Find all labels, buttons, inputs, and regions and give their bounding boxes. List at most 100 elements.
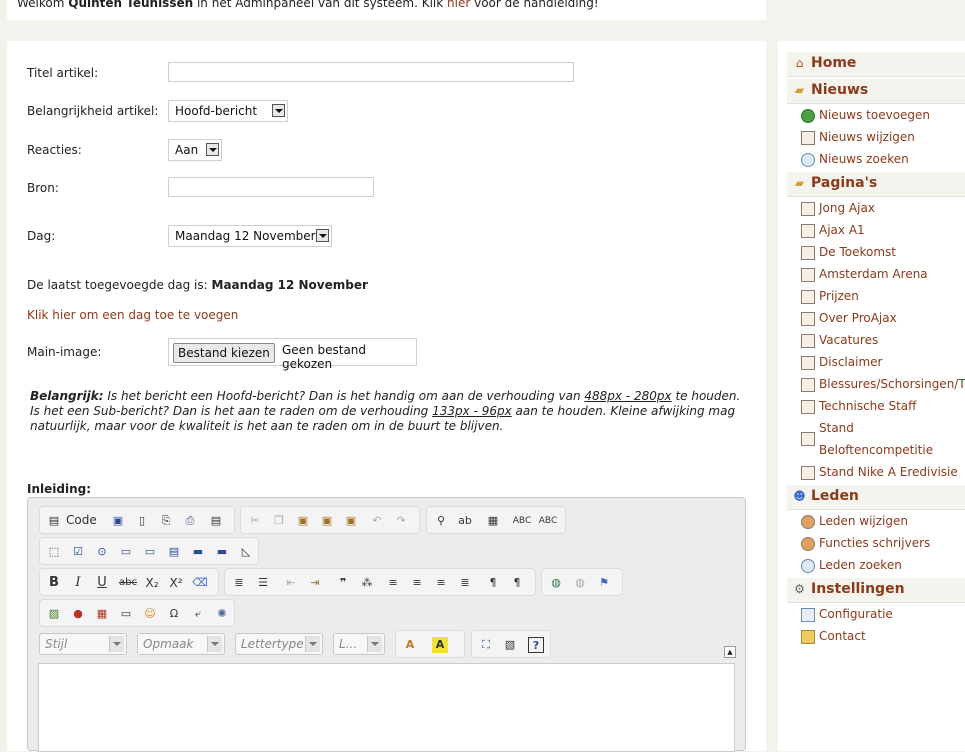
find-group: ⚲ ab ▦ ABC ABC xyxy=(426,506,566,534)
table-icon[interactable]: ▦ xyxy=(94,606,110,622)
button-icon[interactable]: ▬ xyxy=(190,544,206,560)
sidebar-section-nieuws[interactable]: ▰ Nieuws xyxy=(787,79,965,104)
font-combo[interactable]: Lettertype xyxy=(235,633,323,655)
section-title: Leden xyxy=(811,488,859,504)
save-icon[interactable]: ▣ xyxy=(110,513,126,529)
italic-button[interactable]: I xyxy=(70,575,86,591)
link-icon[interactable]: ◍ xyxy=(548,575,564,591)
align-left-icon[interactable]: ≡ xyxy=(385,575,401,591)
toolbar-row-1: ▤ Code ▣ ▯ ⎘ ⎙ ▤ ✂ ❐ ▣ ▣ ▣ ↶ ↷ ⚲ ab ▦ AB… xyxy=(35,506,747,534)
superscript-button[interactable]: X² xyxy=(166,575,186,591)
page-icon xyxy=(801,268,815,282)
sidebar-section-instellingen[interactable]: ⚙ Instellingen xyxy=(787,578,965,603)
reactions-select[interactable]: Aan xyxy=(168,139,222,161)
blockquote-icon[interactable]: ❞ xyxy=(335,575,351,591)
ltr-icon[interactable]: ¶ xyxy=(485,575,501,591)
new-page-icon[interactable]: ▯ xyxy=(134,513,150,529)
ratio-note: Belangrijk: Is het bericht een Hoofd-ber… xyxy=(30,389,750,434)
show-blocks-icon[interactable]: ▧ xyxy=(502,637,518,653)
undo-icon[interactable]: ↶ xyxy=(369,513,385,529)
paste-word-icon[interactable]: ▣ xyxy=(343,513,359,529)
sidebar-item-label: Amsterdam Arena xyxy=(819,267,928,281)
code-button[interactable]: Code xyxy=(66,513,97,527)
form-icon[interactable]: ⬚ xyxy=(46,544,62,560)
clipboard-group: ✂ ❐ ▣ ▣ ▣ ↶ ↷ xyxy=(240,506,420,534)
image-button-icon[interactable]: ▬ xyxy=(214,544,230,560)
div-container-icon[interactable]: ⁂ xyxy=(359,575,375,591)
align-center-icon[interactable]: ≡ xyxy=(409,575,425,591)
bulleted-list-icon[interactable]: ☰ xyxy=(255,575,271,591)
horizontal-line-icon[interactable]: ▭ xyxy=(118,606,134,622)
print-icon[interactable]: ⎙ xyxy=(182,513,198,529)
spellcheck-as-you-type-icon[interactable]: ABC xyxy=(537,513,559,529)
sidebar-section-home[interactable]: ⌂ Home xyxy=(787,52,965,77)
special-char-icon[interactable]: Ω xyxy=(166,606,182,622)
sidebar-item-label: Vacatures xyxy=(819,333,879,347)
smiley-icon[interactable]: ☺ xyxy=(142,606,158,622)
image-icon[interactable]: ▨ xyxy=(46,606,62,622)
sidebar-section-paginas[interactable]: ▰ Pagina's xyxy=(787,172,965,197)
redo-icon[interactable]: ↷ xyxy=(393,513,409,529)
paste-icon[interactable]: ▣ xyxy=(295,513,311,529)
outdent-icon[interactable]: ⇤ xyxy=(283,575,299,591)
find-icon[interactable]: ⚲ xyxy=(433,513,449,529)
numbered-list-icon[interactable]: ≣ xyxy=(231,575,247,591)
page-icon xyxy=(801,131,815,145)
size-combo[interactable]: L... xyxy=(333,633,385,655)
chevron-down-icon xyxy=(109,636,124,652)
sidebar-item-label: Leden wijzigen xyxy=(819,514,908,528)
hidden-field-icon[interactable]: ◺ xyxy=(238,544,254,560)
justify-icon[interactable]: ≣ xyxy=(457,575,473,591)
templates-icon[interactable]: ▤ xyxy=(208,513,224,529)
file-input[interactable]: Bestand kiezen Geen bestand gekozen xyxy=(168,338,417,371)
indent-icon[interactable]: ⇥ xyxy=(307,575,323,591)
replace-icon[interactable]: ab xyxy=(457,513,473,529)
select-all-icon[interactable]: ▦ xyxy=(485,513,501,529)
radio-icon[interactable]: ⊙ xyxy=(94,544,110,560)
title-input[interactable] xyxy=(168,62,574,82)
home-icon: ⌂ xyxy=(795,56,804,70)
style-combo[interactable]: Stijl xyxy=(39,633,127,655)
copy-icon[interactable]: ❐ xyxy=(271,513,287,529)
importance-select[interactable]: Hoofd-bericht xyxy=(168,100,288,122)
help-button[interactable]: ? xyxy=(528,637,544,653)
preview-icon[interactable]: ⎘ xyxy=(158,513,174,529)
page-icon xyxy=(801,246,815,260)
add-day-link[interactable]: Klik hier om een dag toe te voegen xyxy=(27,308,238,322)
paragraph-group: ≣ ☰ ⇤ ⇥ ❞ ⁂ ≡ ≡ ≡ ≣ ¶ ¶ xyxy=(224,568,536,596)
page-icon xyxy=(801,334,815,348)
collapse-toolbar-icon[interactable]: ▲ xyxy=(724,646,736,658)
maximize-icon[interactable]: ⛶ xyxy=(478,637,494,653)
anchor-flag-icon[interactable]: ⚑ xyxy=(596,575,612,591)
page-break-icon[interactable]: ⤶ xyxy=(190,606,206,622)
subscript-button[interactable]: X₂ xyxy=(142,575,162,591)
textarea-icon[interactable]: ▭ xyxy=(142,544,158,560)
cut-icon[interactable]: ✂ xyxy=(247,513,263,529)
underline-button[interactable]: U xyxy=(94,575,110,591)
paste-text-icon[interactable]: ▣ xyxy=(319,513,335,529)
rtl-icon[interactable]: ¶ xyxy=(509,575,525,591)
remove-format-icon[interactable]: ⌫ xyxy=(192,575,208,591)
text-field-icon[interactable]: ▭ xyxy=(118,544,134,560)
source-input[interactable] xyxy=(168,177,374,197)
day-select[interactable]: Maandag 12 November xyxy=(168,225,332,247)
unlink-icon[interactable]: ◍ xyxy=(572,575,588,591)
format-combo[interactable]: Opmaak xyxy=(137,633,225,655)
iframe-icon[interactable]: ✺ xyxy=(214,606,230,622)
text-color-button[interactable]: A xyxy=(402,637,418,653)
checkbox-icon[interactable]: ☑ xyxy=(70,544,86,560)
basic-styles-group: B I U abc X₂ X² ⌫ xyxy=(39,568,219,596)
flash-icon[interactable]: ● xyxy=(70,606,86,622)
choose-file-button[interactable]: Bestand kiezen xyxy=(173,343,275,363)
bg-color-button[interactable]: A xyxy=(432,637,448,653)
folder-icon: ▰ xyxy=(794,83,805,97)
sidebar-section-leden[interactable]: ☻ Leden xyxy=(787,485,965,510)
spellcheck-icon[interactable]: ABC xyxy=(511,513,533,529)
strike-button[interactable]: abc xyxy=(118,575,138,591)
page-icon xyxy=(801,432,815,446)
bold-button[interactable]: B xyxy=(46,575,62,591)
align-right-icon[interactable]: ≡ xyxy=(433,575,449,591)
manual-link[interactable]: hier xyxy=(447,0,470,10)
editor-content-area[interactable] xyxy=(38,663,735,752)
select-icon[interactable]: ▤ xyxy=(166,544,182,560)
